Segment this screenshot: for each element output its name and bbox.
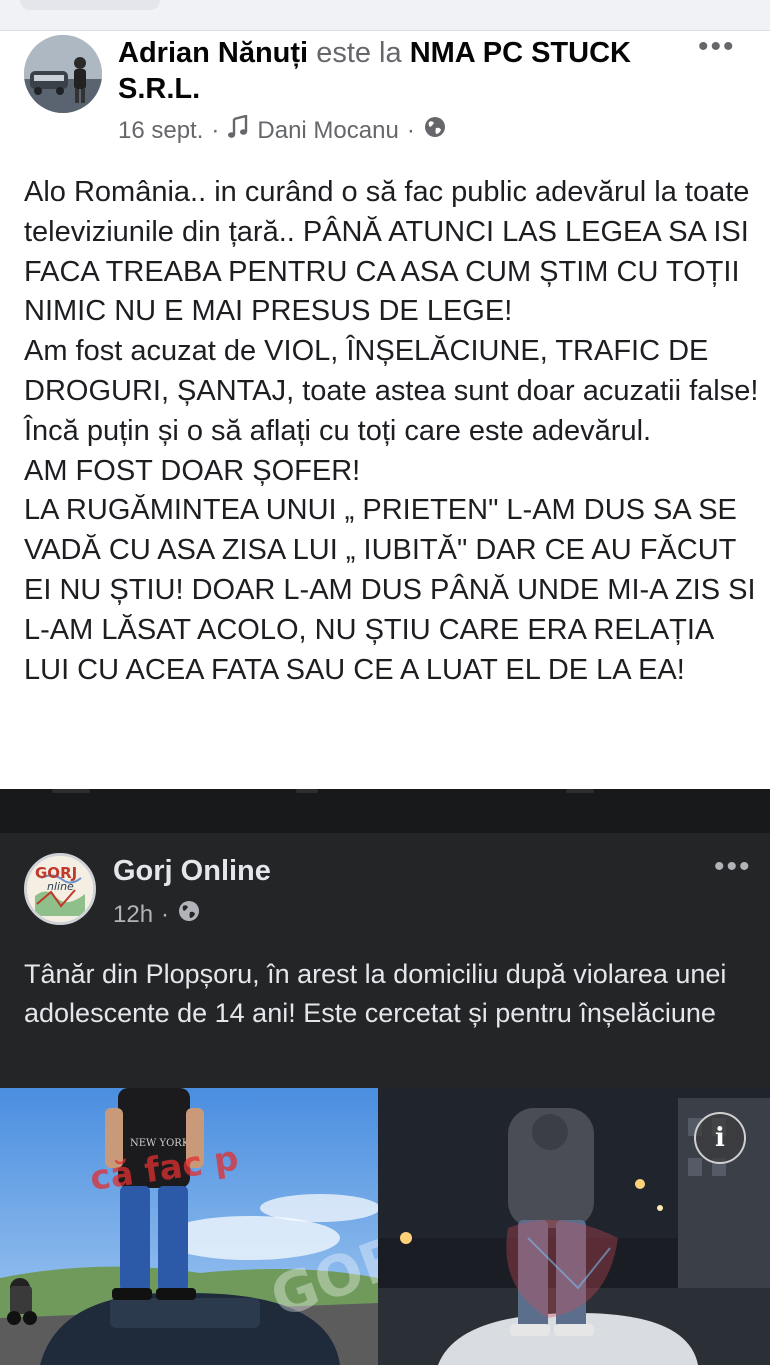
page-name[interactable]: Gorj Online [113,855,271,888]
previous-post-shadow [20,0,160,10]
more-options-icon[interactable]: ••• [714,852,752,882]
globe-icon [177,899,201,930]
post-meta: 16 sept. · Dani Mocanu · [118,114,447,146]
ghost-reaction [566,789,594,793]
ghost-reaction [296,789,318,793]
post-paragraph: Alo România.. in curând o să fac public … [24,176,750,328]
music-artist[interactable]: Dani Mocanu [257,117,398,145]
post-paragraph: LA RUGĂMINTEA UNUI „ PRIETEN" L-AM DUS S… [24,494,756,686]
ghost-reaction [52,789,90,793]
post-text: Tânăr din Plopșoru, în arest la domicili… [24,959,727,1028]
svg-text:nline: nline [47,880,74,893]
post-time[interactable]: 12h [113,901,153,929]
music-note-icon [227,114,249,146]
avatar-photo [24,35,102,113]
post-paragraph: AM FOST DOAR ȘOFER! [24,454,361,487]
meta-separator: · [211,116,220,144]
post-gorj-online: GORJ nline Gorj Online ••• 12h · Tânăr d… [0,833,770,1365]
photo-man-on-car: NEW YORK că fac p GORJ Online [0,1088,378,1365]
previous-post-edge [0,0,770,34]
post-paragraph: Am fost acuzat de VIOL, ÎNȘELĂCIUNE, TRA… [24,335,759,407]
author-name[interactable]: Adrian Nănuți [118,37,308,69]
page-avatar[interactable]: GORJ nline [24,853,96,925]
post-text: Alo România.. in curând o să fac public … [24,173,760,690]
post-photos[interactable]: NEW YORK că fac p GORJ Online [0,1088,770,1365]
post-header: Adrian Nănuți este la NMA PC STUCK S.R.L… [118,35,688,107]
gorj-online-logo: GORJ nline [27,856,93,922]
post-meta: 12h · [113,899,201,930]
more-options-icon[interactable]: ••• [698,32,736,62]
meta-separator: · [161,900,170,928]
meta-separator: · [406,116,415,144]
post-date[interactable]: 16 sept. [118,117,203,145]
feed-separator [0,789,770,833]
photo-left[interactable]: NEW YORK că fac p GORJ Online [0,1088,378,1365]
post-paragraph: Încă puțin și o să aflați cu toți care e… [24,414,652,447]
author-avatar[interactable] [24,35,102,113]
info-icon[interactable]: i [694,1112,746,1164]
is-at-text: este la [316,37,402,69]
post-adrian: Adrian Nănuți este la NMA PC STUCK S.R.L… [0,30,770,790]
globe-icon [423,115,447,146]
